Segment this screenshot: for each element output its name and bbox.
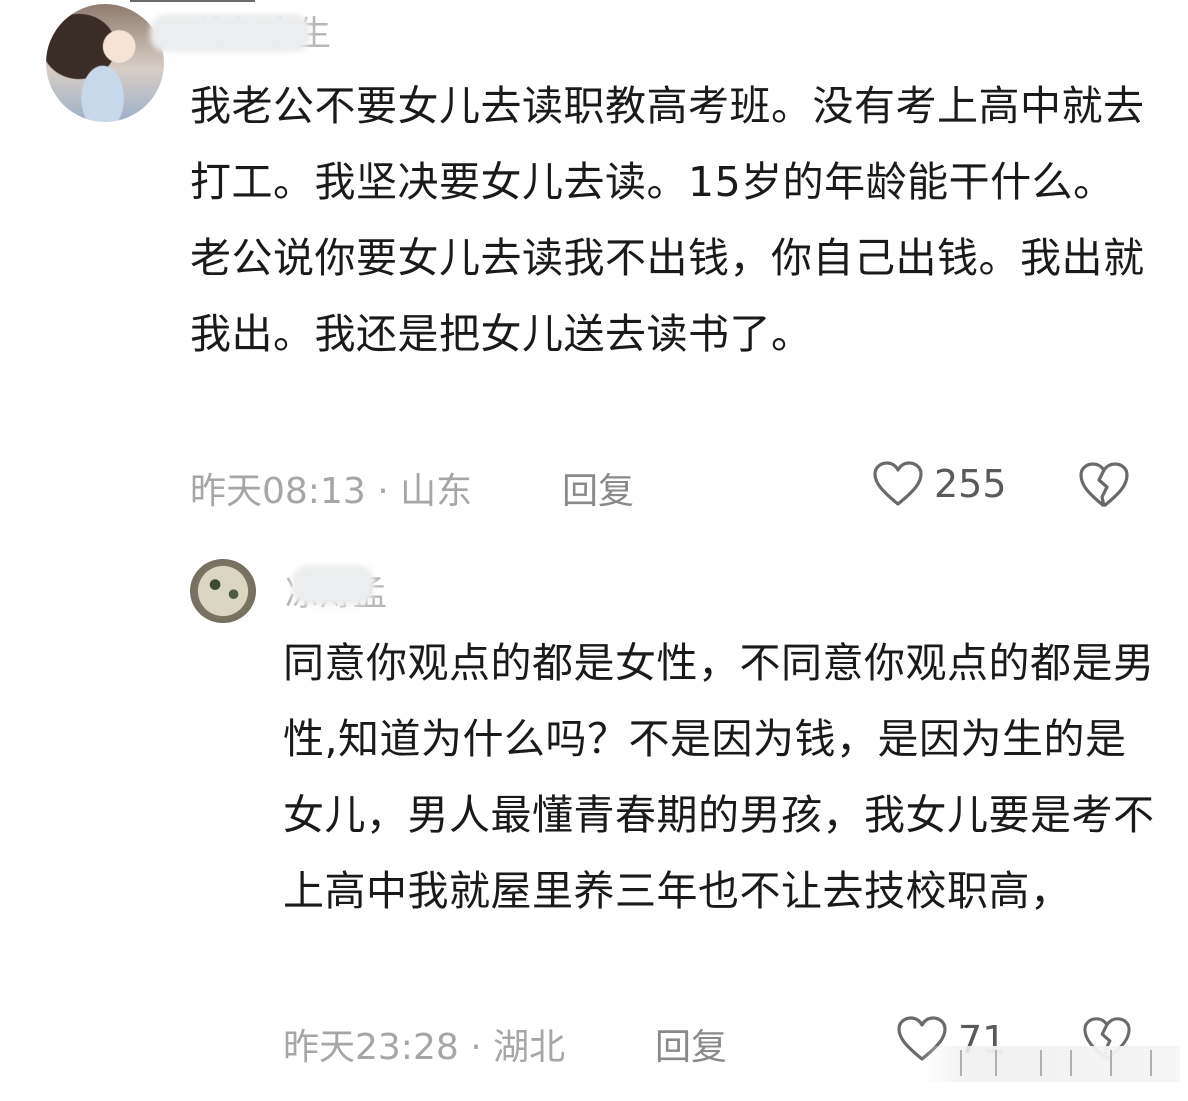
heart-outline-icon[interactable] (872, 460, 924, 508)
comment-text: 我老公不要女儿去读职教高考班。没有考上高中就去打工。我坚决要女儿去读。15岁的年… (190, 82, 1145, 358)
username-blur (292, 565, 374, 605)
reply-reply-button[interactable]: 回复 (655, 1018, 727, 1070)
comment-reply-button[interactable]: 回复 (562, 462, 634, 514)
reply-meta: 昨天23:28 · 湖北 (283, 1027, 566, 1068)
broken-heart-outline-icon[interactable] (1077, 460, 1131, 510)
username-blur (150, 14, 310, 52)
reply-text: 同意你观点的都是女性，不同意你观点的都是男性,知道为什么吗？不是因为钱，是因为生… (283, 639, 1155, 915)
comment-meta: 昨天08:13 · 山东 (190, 471, 473, 512)
watermark (920, 1046, 1180, 1082)
comment-avatar[interactable] (46, 4, 164, 122)
reply-avatar[interactable] (190, 559, 256, 623)
top-divider (130, 0, 255, 2)
comment-like-count: 255 (934, 462, 1007, 506)
